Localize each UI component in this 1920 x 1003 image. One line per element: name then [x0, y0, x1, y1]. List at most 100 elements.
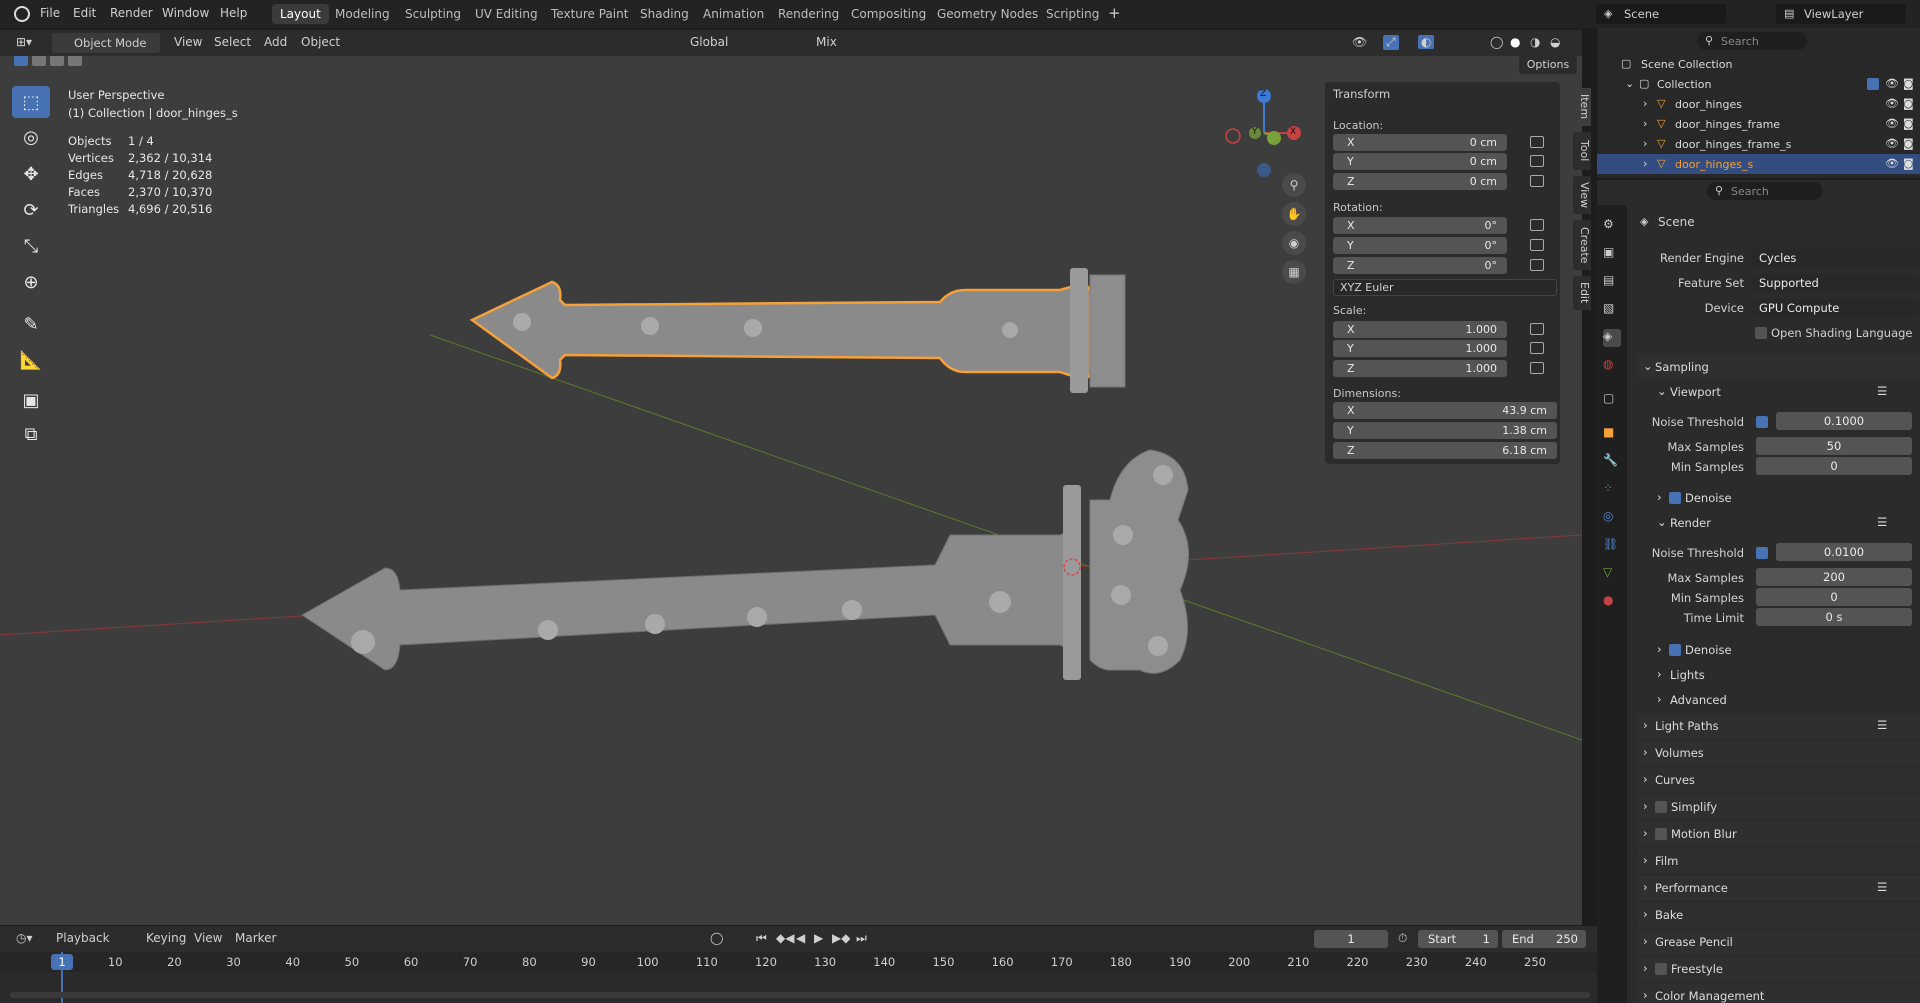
lock-icon[interactable] — [1530, 136, 1544, 148]
play-reverse-icon[interactable]: ◀ — [796, 931, 805, 945]
outliner-scene-collection[interactable]: ▢ Scene Collection — [1597, 54, 1920, 74]
timeline-area[interactable]: 1 10 20 30 40 50 60 70 80 90 100 110 120 130 140 150 160… — [0, 952, 1597, 1003]
lights-subpanel[interactable]: › Lights — [1637, 663, 1920, 687]
freestyle-checkbox[interactable] — [1655, 963, 1667, 975]
outliner-collection[interactable]: ⌄ ▢ Collection 👁 ◙ — [1597, 74, 1920, 94]
stopwatch-icon[interactable]: ⏱ — [1398, 931, 1407, 946]
device-dropdown[interactable]: GPU Compute — [1752, 299, 1920, 317]
panel-grease-pencil[interactable]: › Grease Pencil — [1637, 930, 1920, 954]
rotation-mode-dropdown[interactable]: XYZ Euler — [1333, 279, 1557, 296]
outliner-item[interactable]: › ▽ door_hinges 👁 ◙ — [1597, 94, 1920, 114]
r-noise-field[interactable]: 0.0100 — [1776, 543, 1912, 561]
eye-icon[interactable]: 👁 — [1885, 117, 1899, 130]
list-icon[interactable]: ☰ — [1877, 718, 1887, 732]
prev-keyframe-icon[interactable]: ◆◀ — [776, 931, 794, 945]
panel-performance[interactable]: › Performance ☰ — [1637, 876, 1920, 900]
r-time-field[interactable]: 0 s — [1756, 608, 1912, 626]
gizmo-toggle-icon[interactable]: ⤢ — [1383, 35, 1399, 50]
rotation-y-field[interactable]: Y 0° — [1333, 237, 1507, 254]
dimension-x-field[interactable]: X 43.9 cm — [1333, 402, 1557, 419]
object-menu[interactable]: Object — [301, 35, 340, 49]
rotation-z-field[interactable]: Z 0° — [1333, 257, 1507, 274]
add-menu[interactable]: Add — [264, 35, 287, 49]
output-tab-icon[interactable]: ▤ — [1603, 273, 1621, 291]
add-cube-icon[interactable]: ▣ — [12, 384, 50, 416]
pan-hand-icon[interactable]: ✋ — [1282, 202, 1306, 226]
menu-render[interactable]: Render — [110, 6, 153, 20]
menu-window[interactable]: Window — [162, 6, 209, 20]
scene-selector[interactable]: ◈ Scene — [1596, 4, 1726, 24]
constraints-tab-icon[interactable]: ⛓ — [1603, 537, 1621, 555]
sidebar-tab-edit[interactable]: Edit — [1573, 276, 1591, 310]
pivot-dropdown[interactable]: Mix — [816, 35, 837, 49]
modifier-tab-icon[interactable]: 🔧 — [1603, 453, 1621, 471]
sidebar-tab-view[interactable]: View — [1573, 176, 1591, 214]
collection-tab-icon[interactable]: ▢ — [1603, 391, 1621, 409]
render-tab-icon[interactable]: ▣ — [1603, 245, 1621, 263]
list-icon[interactable]: ☰ — [1877, 880, 1887, 894]
r-denoise-subpanel[interactable]: › Denoise — [1637, 638, 1920, 662]
viewport-subpanel-header[interactable]: ⌄ Viewport ☰ — [1637, 380, 1920, 404]
scale-y-field[interactable]: Y 1.000 — [1333, 340, 1507, 357]
sampling-panel-header[interactable]: ⌄ Sampling — [1637, 355, 1920, 379]
next-keyframe-icon[interactable]: ▶◆ — [832, 931, 850, 945]
sidebar-tab-item[interactable]: Item — [1573, 88, 1591, 126]
vp-max-field[interactable]: 50 — [1756, 437, 1912, 455]
dimension-y-field[interactable]: Y 1.38 cm — [1333, 422, 1557, 439]
lock-icon[interactable] — [1530, 323, 1544, 335]
zoom-icon[interactable]: ⚲ — [1282, 173, 1306, 197]
dimension-z-field[interactable]: Z 6.18 cm — [1333, 442, 1557, 459]
select-box-icon[interactable]: ⬚ — [12, 86, 50, 118]
timeline-scrollbar[interactable] — [10, 992, 1590, 998]
vp-denoise-subpanel[interactable]: › Denoise — [1637, 486, 1920, 510]
keying-menu[interactable]: Keying — [146, 931, 186, 945]
list-icon[interactable]: ☰ — [1877, 515, 1887, 529]
panel-color-management[interactable]: › Color Management — [1637, 984, 1920, 1003]
view-layer-tab-icon[interactable]: ▧ — [1603, 301, 1621, 319]
camera-icon[interactable]: ◙ — [1903, 117, 1914, 130]
timeline-editor-icon[interactable]: ◷▾ — [16, 931, 33, 945]
menu-file[interactable]: File — [40, 6, 60, 20]
outliner-item[interactable]: › ▽ door_hinges_frame 👁 ◙ — [1597, 114, 1920, 134]
vp-noise-field[interactable]: 0.1000 — [1776, 412, 1912, 430]
tab-texture-paint[interactable]: Texture Paint — [543, 4, 636, 24]
r-denoise-checkbox[interactable] — [1669, 644, 1681, 656]
grid-icon[interactable]: ▦ — [1282, 260, 1306, 284]
tab-layout[interactable]: Layout — [272, 4, 329, 24]
material-tab-icon[interactable]: ● — [1603, 593, 1621, 611]
panel-volumes[interactable]: › Volumes — [1637, 741, 1920, 765]
mode-dropdown[interactable]: Object Mode — [52, 33, 160, 53]
editor-type-icon[interactable]: ⊞▾ — [16, 35, 32, 49]
view-menu[interactable]: View — [174, 35, 202, 49]
list-icon[interactable]: ☰ — [1877, 384, 1887, 398]
eye-icon[interactable]: 👁 — [1885, 137, 1899, 150]
tool-tab-icon[interactable]: ⚙ — [1603, 217, 1621, 235]
jump-end-icon[interactable]: ⏭ — [856, 931, 867, 946]
eye-icon[interactable]: 👁 — [1885, 77, 1899, 90]
osl-checkbox[interactable] — [1755, 327, 1767, 339]
menu-help[interactable]: Help — [220, 6, 247, 20]
visibility-icon[interactable]: 👁 — [1352, 35, 1367, 49]
vp-noise-checkbox[interactable] — [1756, 416, 1768, 428]
world-tab-icon[interactable]: ◍ — [1603, 357, 1621, 375]
shading-solid-icon[interactable]: ● — [1510, 35, 1520, 49]
autokey-icon[interactable]: ◯ — [710, 931, 723, 945]
physics-tab-icon[interactable]: ◎ — [1603, 509, 1621, 527]
view-menu[interactable]: View — [194, 931, 222, 945]
tab-uv-editing[interactable]: UV Editing — [467, 4, 546, 24]
options-button[interactable]: Options — [1519, 56, 1577, 74]
tab-scripting[interactable]: Scripting — [1038, 4, 1107, 24]
start-frame-field[interactable]: Start 1 — [1418, 930, 1498, 948]
camera-icon[interactable]: ◉ — [1282, 231, 1306, 255]
tab-compositing[interactable]: Compositing — [843, 4, 934, 24]
rotation-x-field[interactable]: X 0° — [1333, 217, 1507, 234]
shading-rendered-icon[interactable]: ◒ — [1550, 35, 1560, 49]
panel-light-paths[interactable]: › Light Paths ☰ — [1637, 714, 1920, 738]
advanced-subpanel[interactable]: › Advanced — [1637, 688, 1920, 712]
sidebar-tab-tool[interactable]: Tool — [1573, 132, 1591, 170]
outliner-item-selected[interactable]: › ▽ door_hinges_s 👁 ◙ — [1597, 154, 1920, 174]
current-frame-field[interactable]: 1 — [1314, 930, 1388, 948]
navigation-gizmo[interactable]: Z X Y — [1222, 88, 1302, 178]
cursor-icon[interactable]: ◎ — [12, 121, 50, 153]
camera-icon[interactable]: ◙ — [1903, 137, 1914, 150]
